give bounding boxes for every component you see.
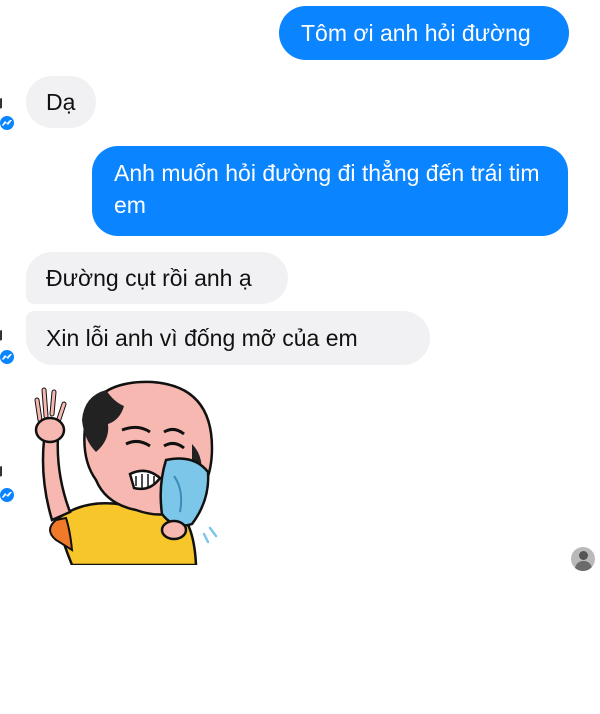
- messenger-icon: [0, 348, 16, 366]
- seen-avatar-head: [579, 551, 588, 560]
- message-bubble-incoming[interactable]: Xin lỗi anh vì đống mỡ của em: [26, 311, 430, 365]
- message-bubble-outgoing[interactable]: Tôm ơi anh hỏi đường: [279, 6, 569, 60]
- message-bubble-incoming[interactable]: Dạ: [26, 76, 96, 128]
- crying-bald-man-sticker[interactable]: [24, 380, 234, 565]
- message-bubble-incoming[interactable]: Đường cụt rồi anh ạ: [26, 252, 288, 304]
- messenger-icon: [0, 114, 16, 132]
- sender-avatar-icon[interactable]: [0, 466, 12, 488]
- chat-thread: Tôm ơi anh hỏi đường Dạ Anh muốn hỏi đườ…: [0, 0, 600, 571]
- seen-avatar-icon: [571, 547, 595, 571]
- message-bubble-outgoing[interactable]: Anh muốn hỏi đường đi thẳng đến trái tim…: [92, 146, 568, 236]
- messenger-icon: [0, 486, 16, 504]
- seen-avatar-body: [575, 561, 592, 571]
